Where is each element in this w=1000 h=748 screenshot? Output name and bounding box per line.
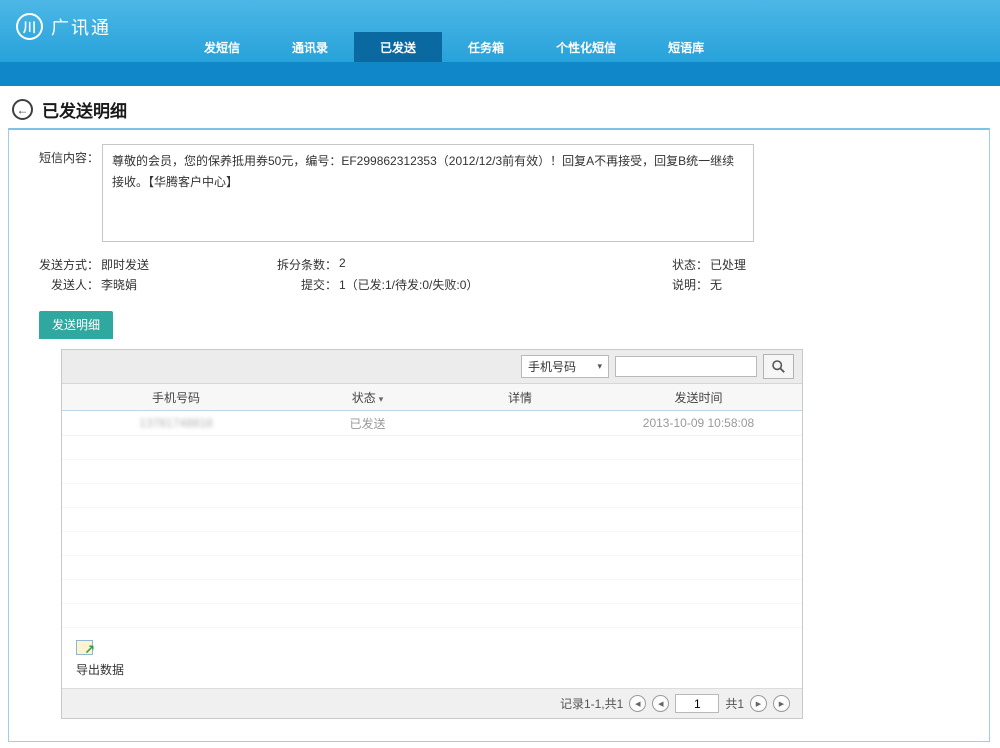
page-title-row: 已发送明细 bbox=[0, 86, 1000, 131]
column-header-time: 发送时间 bbox=[595, 389, 802, 406]
status-value: 已处理 bbox=[710, 256, 746, 273]
split-count-value: 2 bbox=[339, 256, 346, 273]
table-toolbar: 手机号码 bbox=[62, 350, 802, 384]
note-label: 说明： bbox=[662, 276, 708, 293]
nav-item-personalized-sms[interactable]: 个性化短信 bbox=[530, 32, 642, 62]
table-row-empty bbox=[62, 436, 802, 460]
first-page-button[interactable] bbox=[629, 695, 646, 712]
nav-item-contacts[interactable]: 通讯录 bbox=[266, 32, 354, 62]
sender-label: 发送人： bbox=[19, 276, 99, 293]
sender-value: 李晓娟 bbox=[101, 276, 137, 293]
send-method-label: 发送方式： bbox=[19, 256, 99, 273]
table-row-empty bbox=[62, 460, 802, 484]
nav-item-task-box[interactable]: 任务箱 bbox=[442, 32, 530, 62]
last-page-button[interactable] bbox=[773, 695, 790, 712]
tab-send-detail[interactable]: 发送明细 bbox=[39, 311, 113, 339]
sms-content-row: 短信内容： 尊敬的会员，您的保养抵用券50元，编号：EF299862312353… bbox=[19, 144, 979, 242]
table-row[interactable]: 13781748818 已发送 2013-10-09 10:58:08 bbox=[62, 411, 802, 436]
sms-content-label: 短信内容： bbox=[19, 144, 99, 242]
column-header-phone[interactable]: 手机号码 bbox=[62, 389, 290, 406]
app-header: 广讯通 发短信 通讯录 已发送 任务箱 个性化短信 短语库 bbox=[0, 0, 1000, 62]
nav-label: 短语库 bbox=[668, 39, 704, 56]
cell-status: 已发送 bbox=[290, 415, 445, 432]
prev-page-button[interactable] bbox=[652, 695, 669, 712]
page-number-input[interactable] bbox=[675, 694, 719, 713]
status-label: 状态： bbox=[662, 256, 708, 273]
column-header-detail: 详情 bbox=[445, 389, 595, 406]
nav-label: 个性化短信 bbox=[556, 39, 616, 56]
cell-phone-redacted: 13781748818 bbox=[139, 416, 212, 430]
nav-label: 任务箱 bbox=[468, 39, 504, 56]
table-row-empty bbox=[62, 508, 802, 532]
nav-label: 通讯录 bbox=[292, 39, 328, 56]
split-count-label: 拆分条数： bbox=[262, 256, 337, 273]
submit-value: 1（已发:1/待发:0/失败:0） bbox=[339, 276, 478, 293]
page-title: 已发送明细 bbox=[42, 97, 127, 122]
nav-label: 发短信 bbox=[204, 39, 240, 56]
app-logo: 广讯通 bbox=[16, 13, 111, 40]
table-row-empty bbox=[62, 604, 802, 628]
logo-text: 广讯通 bbox=[51, 14, 111, 40]
table-row-empty bbox=[62, 556, 802, 580]
column-header-status[interactable]: 状态 bbox=[290, 389, 445, 406]
search-input[interactable] bbox=[615, 356, 757, 377]
cell-send-time: 2013-10-09 10:58:08 bbox=[595, 416, 802, 430]
pagination-bar: 记录1-1,共1 共1 bbox=[62, 688, 802, 718]
table-row-empty bbox=[62, 532, 802, 556]
field-row-1: 发送方式： 即时发送 拆分条数： 2 状态： 已处理 bbox=[19, 254, 979, 274]
send-method-value: 即时发送 bbox=[101, 256, 149, 273]
total-pages-text: 共1 bbox=[725, 695, 744, 712]
submit-label: 提交： bbox=[262, 276, 337, 293]
logo-bubble-icon bbox=[16, 13, 43, 40]
search-icon bbox=[771, 359, 786, 374]
detail-fields: 发送方式： 即时发送 拆分条数： 2 状态： 已处理 发送人： 李晓娟 提交： … bbox=[19, 254, 979, 294]
back-arrow-icon[interactable] bbox=[12, 99, 33, 120]
note-value: 无 bbox=[710, 276, 722, 293]
export-area: 导出数据 bbox=[62, 628, 802, 678]
search-field-value: 手机号码 bbox=[528, 358, 576, 375]
sms-content-box: 尊敬的会员，您的保养抵用券50元，编号：EF299862312353（2012/… bbox=[102, 144, 754, 242]
nav-item-send-sms[interactable]: 发短信 bbox=[178, 32, 266, 62]
chevron-down-icon bbox=[597, 362, 602, 371]
sub-header-bar bbox=[0, 62, 1000, 86]
records-count-text: 记录1-1,共1 bbox=[560, 695, 623, 712]
table-header-row: 手机号码 状态 详情 发送时间 bbox=[62, 384, 802, 411]
send-detail-table: 手机号码 手机号码 状态 详情 发送时间 13781748818 已发送 bbox=[61, 349, 803, 719]
sent-detail-panel: 短信内容： 尊敬的会员，您的保养抵用券50元，编号：EF299862312353… bbox=[8, 128, 990, 742]
export-data-label[interactable]: 导出数据 bbox=[76, 661, 802, 678]
sort-arrow-icon bbox=[379, 394, 384, 404]
nav-item-sent[interactable]: 已发送 bbox=[354, 32, 442, 62]
field-row-2: 发送人： 李晓娟 提交： 1（已发:1/待发:0/失败:0） 说明： 无 bbox=[19, 274, 979, 294]
nav-label: 已发送 bbox=[380, 39, 416, 56]
export-data-icon[interactable] bbox=[76, 640, 93, 655]
table-row-empty bbox=[62, 580, 802, 604]
column-header-status-label: 状态 bbox=[352, 391, 376, 405]
search-field-select[interactable]: 手机号码 bbox=[521, 355, 609, 378]
next-page-button[interactable] bbox=[750, 695, 767, 712]
search-button[interactable] bbox=[763, 354, 794, 379]
table-row-empty bbox=[62, 484, 802, 508]
main-nav: 发短信 通讯录 已发送 任务箱 个性化短信 短语库 bbox=[178, 32, 730, 62]
nav-item-phrase-library[interactable]: 短语库 bbox=[642, 32, 730, 62]
